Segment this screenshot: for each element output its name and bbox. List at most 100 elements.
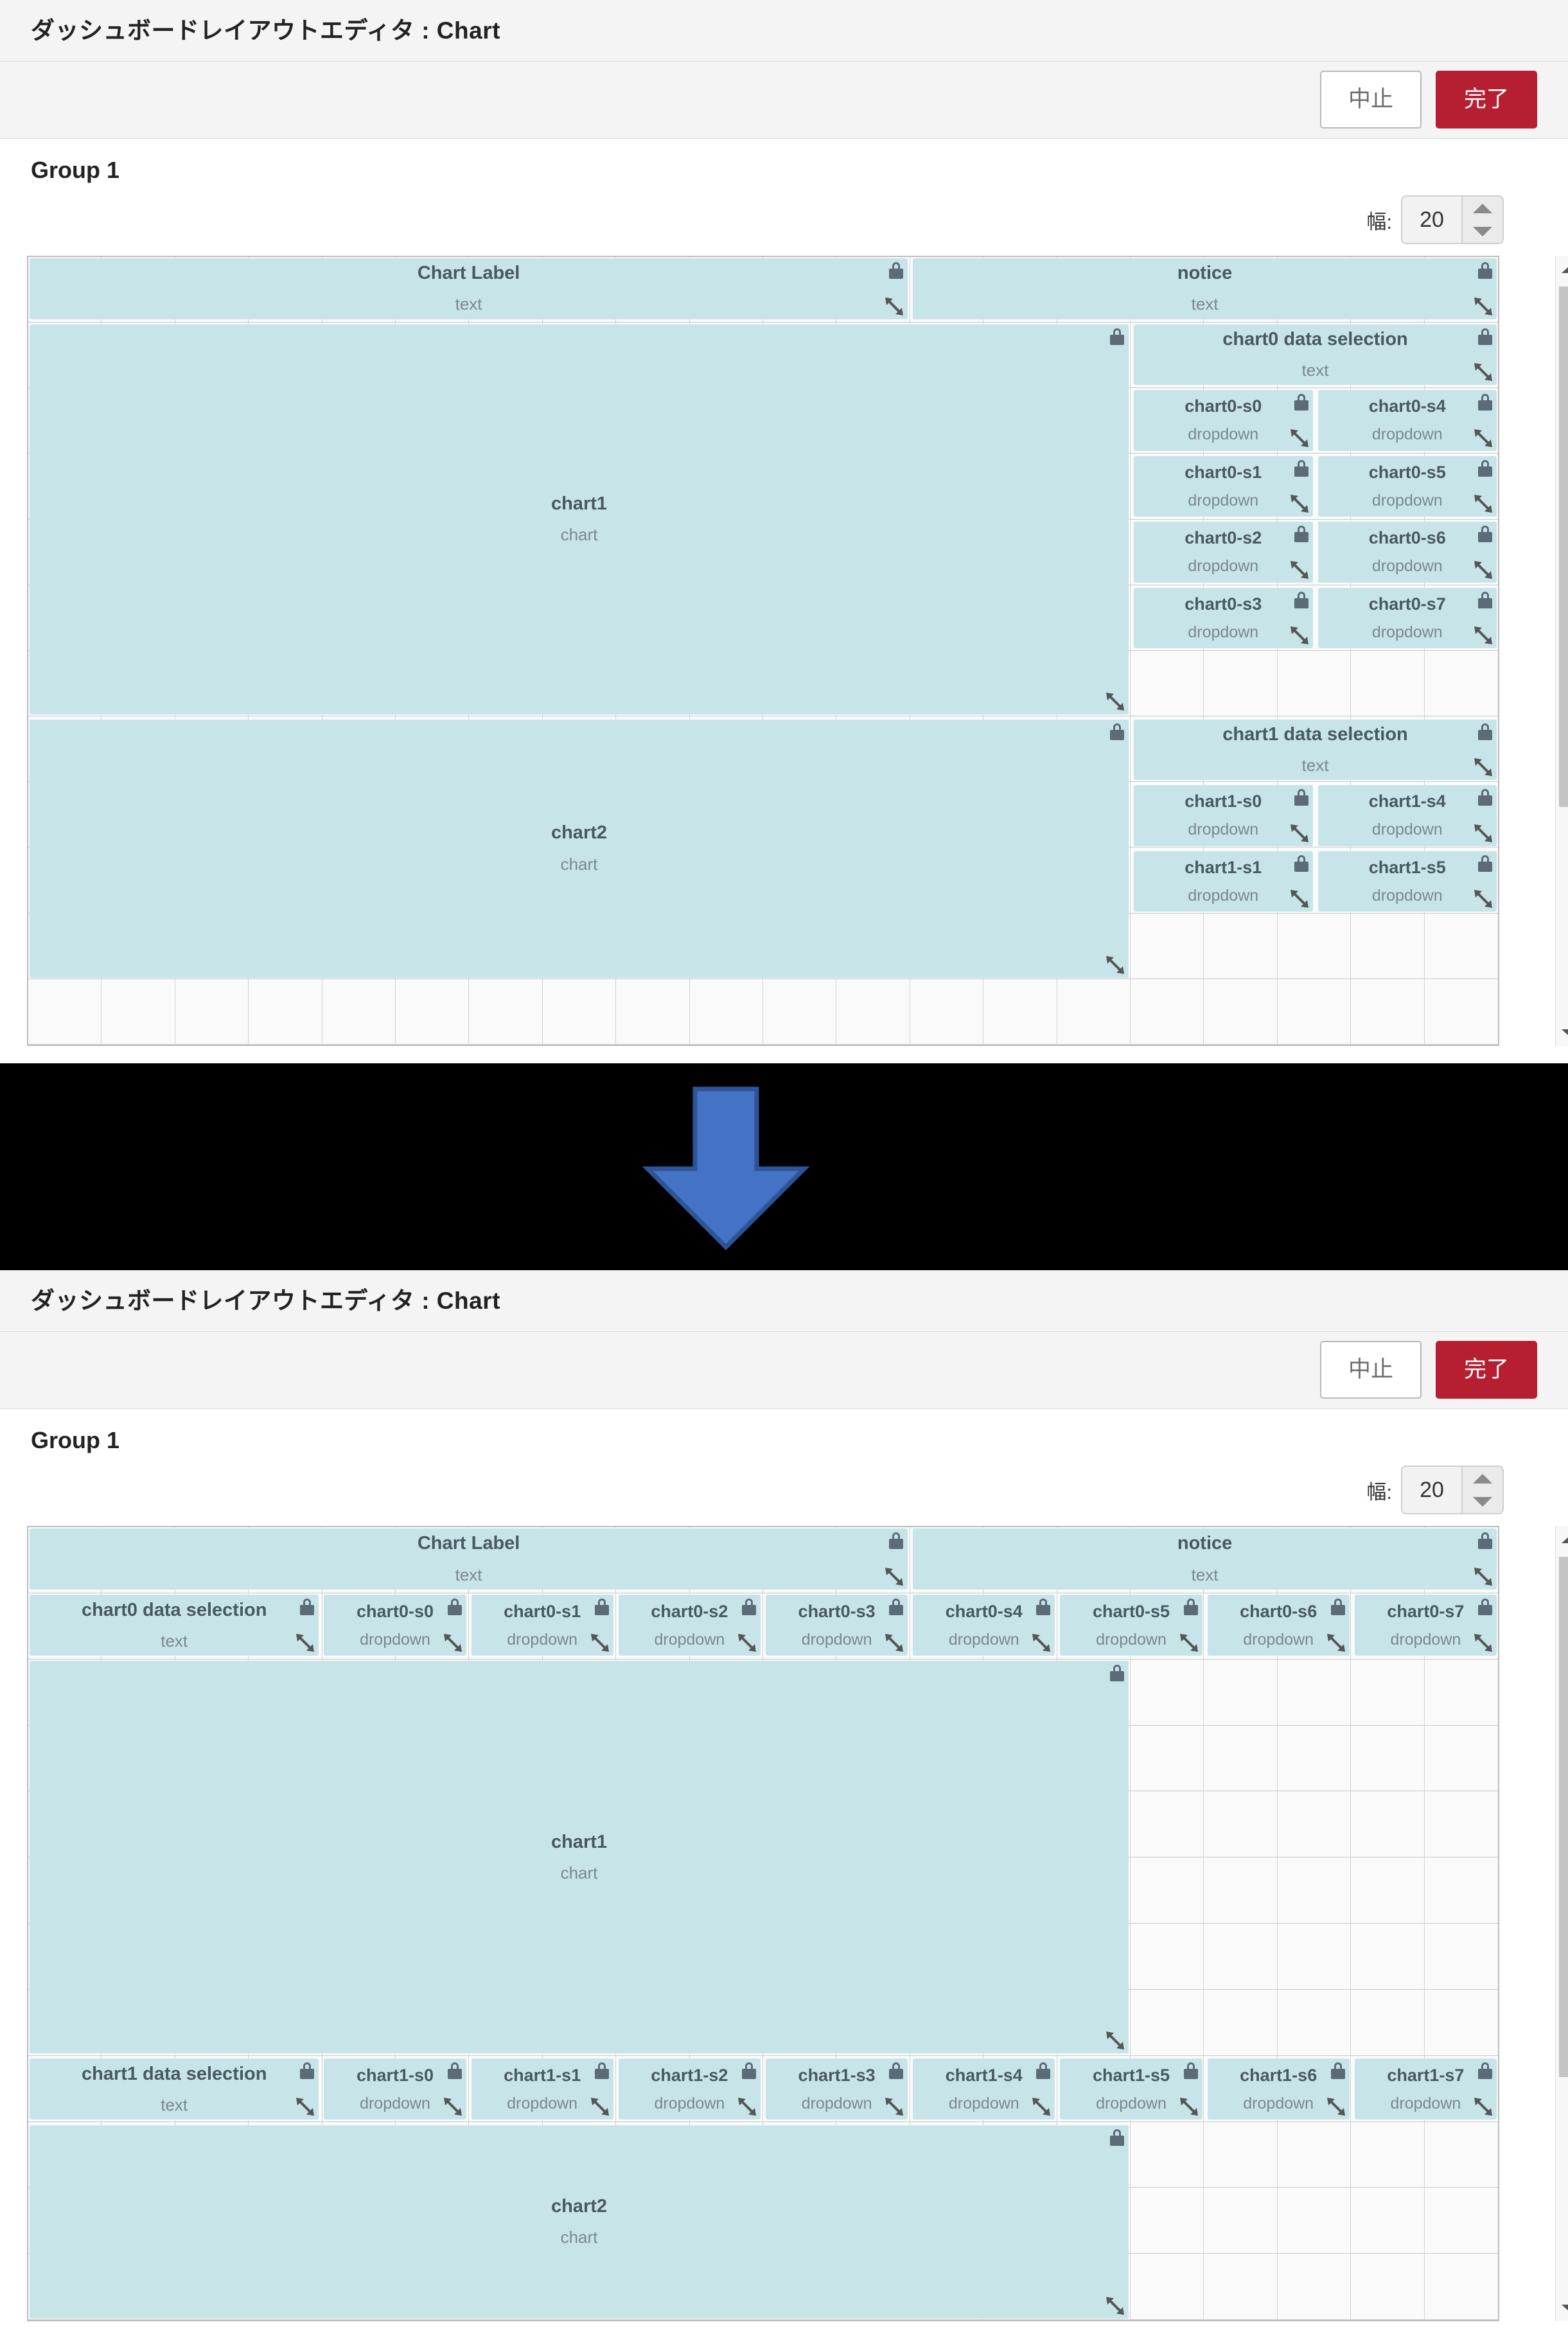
grid-cell[interactable]: [1277, 1989, 1352, 2056]
grid-cell[interactable]: [1131, 2254, 1204, 2320]
grid-cell[interactable]: [1131, 1725, 1204, 1792]
grid-cell[interactable]: [1204, 1659, 1278, 1726]
grid-cell[interactable]: [1424, 1857, 1498, 1924]
grid-cell[interactable]: [101, 979, 175, 1045]
layout-widget[interactable]: chart0-s3 dropdown: [766, 1595, 908, 1656]
layout-widget[interactable]: chart0-s6 dropdown: [1207, 1595, 1350, 1656]
resize-handle-icon[interactable]: [1472, 2096, 1494, 2118]
layout-widget[interactable]: chart0-s0 dropdown: [324, 1595, 466, 1656]
scroll-down-button-after[interactable]: [1556, 2294, 1568, 2321]
resize-handle-icon[interactable]: [1472, 296, 1494, 317]
grid-cell[interactable]: [1204, 979, 1278, 1045]
grid-cell[interactable]: [469, 979, 543, 1045]
grid-cell[interactable]: [1277, 1791, 1352, 1858]
resize-handle-icon[interactable]: [1325, 2096, 1347, 2118]
cancel-button-before[interactable]: 中止: [1319, 71, 1422, 128]
grid-cell[interactable]: [1277, 1924, 1352, 1990]
grid-cell[interactable]: [1204, 2188, 1278, 2254]
layout-widget[interactable]: chart0-s2 dropdown: [1134, 522, 1313, 583]
resize-handle-icon[interactable]: [1472, 1632, 1494, 1654]
grid-cell[interactable]: [1351, 1989, 1425, 2056]
layout-widget[interactable]: chart1-s2 dropdown: [618, 2059, 761, 2120]
grid-cell[interactable]: [1351, 979, 1425, 1045]
width-input-before[interactable]: 20: [1402, 197, 1461, 243]
grid-cell[interactable]: [1277, 1659, 1352, 1726]
layout-widget[interactable]: Chart Label text: [30, 1528, 908, 1590]
layout-widget[interactable]: chart1-s7 dropdown: [1354, 2059, 1497, 2120]
grid-cell[interactable]: [1131, 1659, 1204, 1726]
grid-cell[interactable]: [1351, 913, 1425, 979]
grid-cell[interactable]: [396, 979, 470, 1045]
layout-widget[interactable]: chart1 chart: [30, 1661, 1129, 2054]
layout-widget[interactable]: chart0-s4 dropdown: [913, 1595, 1055, 1656]
grid-cell[interactable]: [542, 979, 617, 1045]
layout-widget[interactable]: chart1-s3 dropdown: [766, 2059, 908, 2120]
grid-cell[interactable]: [322, 979, 396, 1045]
grid-cell[interactable]: [1277, 1725, 1352, 1792]
grid-cell[interactable]: [1277, 2188, 1352, 2254]
grid-cell[interactable]: [175, 979, 249, 1045]
grid-cell[interactable]: [1424, 1791, 1498, 1858]
grid-cell[interactable]: [1351, 2121, 1425, 2188]
grid-cell[interactable]: [1351, 1791, 1425, 1858]
layout-widget[interactable]: chart0-s4 dropdown: [1317, 390, 1497, 451]
grid-cell[interactable]: [1131, 1924, 1204, 1990]
layout-widget[interactable]: chart1 chart: [30, 324, 1129, 714]
grid-cell[interactable]: [1351, 2188, 1425, 2254]
grid-cell[interactable]: [1351, 1924, 1425, 1990]
grid-cell[interactable]: [1424, 979, 1498, 1045]
grid-cell[interactable]: [1204, 1989, 1278, 2056]
grid-cell[interactable]: [1131, 1857, 1204, 1924]
grid-cell[interactable]: [1424, 1660, 1498, 1726]
resize-handle-icon[interactable]: [883, 1566, 905, 1588]
grid-cell[interactable]: [1277, 913, 1352, 979]
grid-cell[interactable]: [689, 979, 763, 1045]
layout-widget[interactable]: chart1-s4 dropdown: [913, 2059, 1055, 2120]
grid-cell[interactable]: [1204, 650, 1278, 717]
layout-widget[interactable]: chart1-s0 dropdown: [324, 2059, 466, 2120]
grid-cell[interactable]: [1131, 2121, 1204, 2188]
layout-widget[interactable]: chart0-s6 dropdown: [1317, 522, 1497, 583]
done-button-after[interactable]: 完了: [1435, 1341, 1537, 1399]
layout-widget[interactable]: chart1-s5 dropdown: [1317, 851, 1497, 912]
grid-cell[interactable]: [836, 979, 910, 1045]
grid-cell[interactable]: [1204, 2254, 1278, 2320]
layout-widget[interactable]: chart0-s5 dropdown: [1317, 456, 1497, 517]
resize-handle-icon[interactable]: [1289, 888, 1310, 910]
layout-widget[interactable]: chart0-s0 dropdown: [1134, 390, 1313, 451]
width-decrement-button-before[interactable]: [1463, 220, 1502, 243]
width-decrement-button-after[interactable]: [1463, 1490, 1502, 1513]
resize-handle-icon[interactable]: [1104, 2030, 1126, 2051]
grid-cell[interactable]: [1204, 1924, 1278, 1990]
layout-widget[interactable]: chart1-s1 dropdown: [471, 2059, 613, 2120]
resize-handle-icon[interactable]: [294, 1632, 316, 1654]
vertical-scrollbar-before[interactable]: [1555, 256, 1568, 1046]
resize-handle-icon[interactable]: [1289, 624, 1310, 646]
grid-cell[interactable]: [1424, 2122, 1498, 2188]
resize-handle-icon[interactable]: [1104, 2295, 1126, 2317]
grid-cell[interactable]: [1424, 651, 1498, 717]
resize-handle-icon[interactable]: [1472, 427, 1494, 449]
grid-cell[interactable]: [1277, 2121, 1352, 2188]
grid-cell[interactable]: [763, 979, 837, 1045]
resize-handle-icon[interactable]: [736, 1632, 758, 1654]
grid-cell[interactable]: [1351, 1659, 1425, 1726]
resize-handle-icon[interactable]: [883, 1632, 905, 1654]
resize-handle-icon[interactable]: [589, 1632, 611, 1654]
grid-cell[interactable]: [616, 979, 690, 1045]
scrollbar-thumb-after[interactable]: [1559, 1557, 1568, 2077]
layout-widget[interactable]: chart2 chart: [30, 719, 1129, 978]
layout-widget[interactable]: chart0-s7 dropdown: [1317, 587, 1497, 648]
layout-widget[interactable]: chart0 data selection text: [1134, 324, 1497, 385]
grid-cell[interactable]: [1351, 2254, 1425, 2320]
grid-cell[interactable]: [1424, 1726, 1498, 1792]
resize-handle-icon[interactable]: [1178, 1632, 1200, 1654]
width-increment-button-after[interactable]: [1463, 1467, 1502, 1490]
grid-cell[interactable]: [249, 979, 322, 1045]
resize-handle-icon[interactable]: [883, 2096, 905, 2118]
layout-widget[interactable]: notice text: [913, 1528, 1497, 1590]
layout-widget[interactable]: Chart Label text: [30, 258, 908, 319]
layout-widget[interactable]: chart0-s2 dropdown: [618, 1595, 761, 1656]
grid-cell[interactable]: [1131, 1989, 1204, 2056]
resize-handle-icon[interactable]: [442, 2096, 464, 2118]
